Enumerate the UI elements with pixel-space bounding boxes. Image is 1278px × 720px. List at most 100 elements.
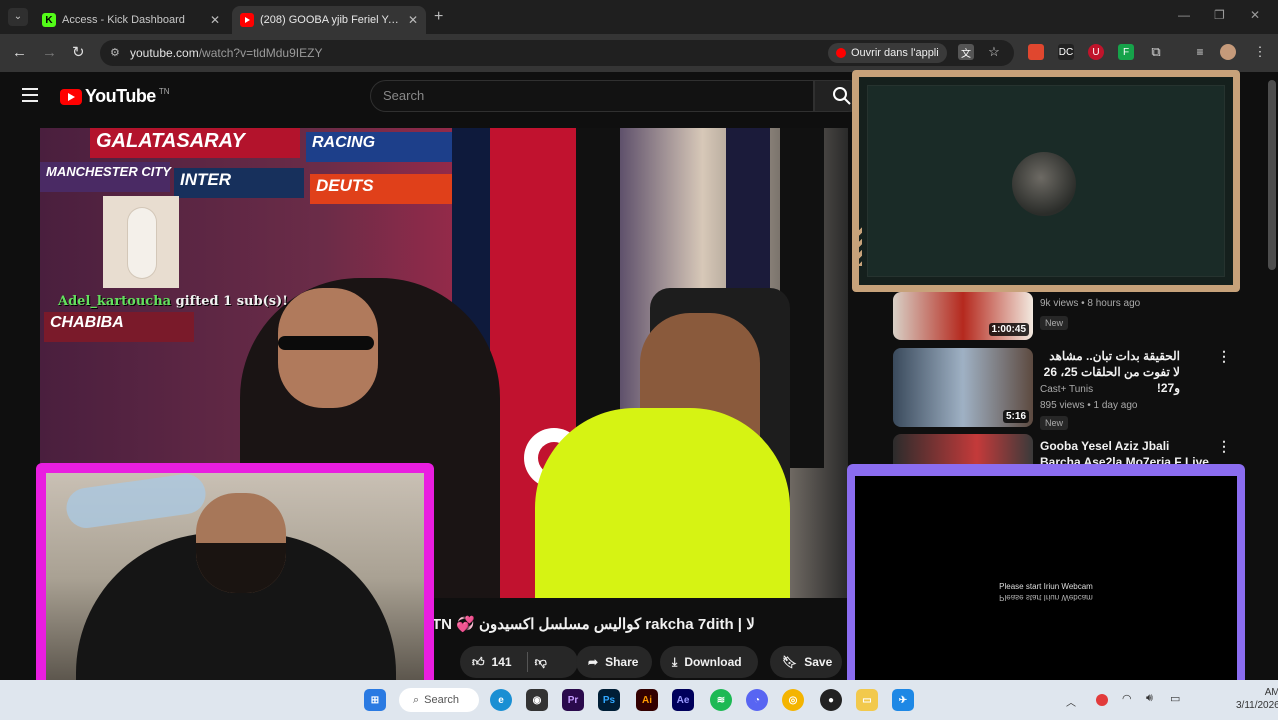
like-count: 141	[491, 655, 512, 669]
url-path: /watch?v=tldMdu9IEZY	[198, 46, 323, 60]
close-window-icon[interactable]: ✕	[1250, 8, 1260, 22]
tab-kick-dashboard[interactable]: K Access - Kick Dashboard ✕	[34, 6, 228, 34]
discord-icon[interactable]: ◔	[746, 689, 768, 711]
battery-icon[interactable]: ▭	[1170, 692, 1180, 705]
reload-icon[interactable]: ↻	[72, 43, 85, 61]
photoshop-icon[interactable]: Ps	[598, 689, 620, 711]
obs-icon[interactable]: ●	[820, 689, 842, 711]
profile-avatar[interactable]	[1220, 44, 1236, 60]
share-button[interactable]: ➦ Share	[576, 646, 652, 678]
video-duration: 1:00:45	[988, 323, 1029, 336]
chrome-icon[interactable]: ◎	[782, 689, 804, 711]
recommendation-thumbnail[interactable]: 5:16	[893, 348, 1033, 427]
save-label: Save	[804, 655, 833, 669]
clock-date: 3/11/2026	[1236, 700, 1278, 711]
extension-u-icon[interactable]: U	[1088, 44, 1104, 60]
taskbar-clock[interactable]: AM 3/11/2026	[1236, 686, 1278, 712]
taskbar-search-label: Search	[424, 694, 460, 706]
new-badge: New	[1040, 416, 1069, 430]
tab-title: (208) GOOBA yjib Feriel Youssef	[260, 14, 402, 26]
after-effects-icon[interactable]: Ae	[672, 689, 694, 711]
person-right	[535, 408, 790, 598]
new-tab-icon[interactable]: +	[434, 8, 443, 26]
back-arrow-icon[interactable]: ←	[12, 44, 27, 61]
forward-arrow-icon[interactable]: →	[42, 44, 57, 61]
banner-deutsch: DEUTS	[310, 174, 460, 204]
clock-time: AM	[1264, 687, 1278, 698]
more-options-icon[interactable]: ⋮	[1217, 438, 1231, 455]
windows-start-icon[interactable]: ⊞	[364, 689, 386, 711]
sunglasses	[278, 336, 374, 350]
download-button[interactable]: ⤓ Download	[660, 646, 758, 678]
url-text: youtube.com/watch?v=tldMdu9IEZY	[130, 46, 322, 60]
recommendation-thumbnail[interactable]: 1:00:45	[893, 292, 1033, 340]
minimize-icon[interactable]: —	[1178, 8, 1190, 22]
frame-stripes-decoration	[852, 226, 862, 266]
streamer-avatar	[1012, 152, 1076, 216]
app-icon[interactable]: ✈	[892, 689, 914, 711]
close-icon[interactable]: ✕	[210, 13, 220, 27]
banner-galatasaray: GALATASARAY	[90, 128, 300, 158]
search-input[interactable]: Search	[370, 80, 814, 112]
save-button[interactable]: 🔖︎ Save	[770, 646, 842, 678]
show-hidden-icons-icon[interactable]: ︿	[1066, 694, 1076, 709]
video-duration: 5:16	[1002, 410, 1029, 423]
youtube-play-icon	[60, 88, 82, 105]
youtube-app-icon	[836, 48, 846, 58]
file-explorer-icon[interactable]: ▭	[856, 689, 878, 711]
site-info-icon[interactable]: ⚙	[110, 46, 120, 59]
kick-favicon-icon: K	[42, 13, 56, 27]
url-host: youtube.com	[130, 46, 199, 60]
extension-green-icon[interactable]: F	[1118, 44, 1134, 60]
webcam-feed	[46, 473, 424, 684]
extensions-puzzle-icon[interactable]: ⧉	[1148, 44, 1164, 60]
download-icon: ⤓	[672, 654, 678, 669]
premiere-icon[interactable]: Pr	[562, 689, 584, 711]
bookmark-icon: 🔖︎	[782, 655, 798, 669]
volume-icon[interactable]: 🔊︎	[1146, 692, 1153, 705]
recommendation-thumbnail[interactable]	[893, 434, 1033, 464]
gift-message: gifted 1 sub(s)!	[175, 294, 288, 309]
open-in-app-label: Ouvrir dans l'appli	[851, 47, 939, 59]
youtube-logo[interactable]: YouTube TN	[60, 86, 170, 107]
youtube-wordmark: YouTube	[85, 86, 156, 106]
illustrator-icon[interactable]: Ai	[636, 689, 658, 711]
spotify-icon[interactable]: ≋	[710, 689, 732, 711]
webcam-message-text: Please start Iriun Webcam	[999, 582, 1093, 591]
recommendation-channel[interactable]: Cast+ Tunis	[1040, 384, 1093, 395]
edge-icon[interactable]: e	[490, 689, 512, 711]
country-code: TN	[158, 87, 170, 96]
stream-webcam-left	[36, 463, 434, 692]
taskbar-search[interactable]: ⌕ Search	[399, 688, 479, 712]
extension-red-icon[interactable]	[1028, 44, 1044, 60]
new-badge: New	[1040, 316, 1069, 330]
bookmark-star-icon[interactable]: ☆	[986, 44, 1002, 60]
video-title: TN 💞 كواليس مسلسل اكسيدون rakcha 7dith |…	[432, 616, 755, 633]
restore-icon[interactable]: ❐	[1214, 8, 1225, 22]
close-icon[interactable]: ✕	[408, 13, 418, 27]
tab-search-icon[interactable]: ⌄	[8, 8, 28, 26]
like-button[interactable]: 👍︎ 141 👎︎	[460, 646, 578, 678]
share-label: Share	[605, 655, 639, 669]
open-in-app-button[interactable]: Ouvrir dans l'appli	[828, 43, 947, 63]
extension-dc-icon[interactable]: DC	[1058, 44, 1074, 60]
page-scrollbar[interactable]	[1268, 80, 1276, 270]
davinci-icon[interactable]: ◉	[526, 689, 548, 711]
tab-youtube-video[interactable]: (208) GOOBA yjib Feriel Youssef ✕	[232, 6, 426, 34]
thumbs-up-icon: 👍︎	[472, 654, 485, 669]
divider	[526, 652, 528, 672]
media-controls-icon[interactable]: ≡	[1192, 44, 1208, 60]
chrome-menu-icon[interactable]: ⋮	[1252, 44, 1268, 60]
webcam-message-mirror: Please start Iriun Webcam	[999, 593, 1093, 602]
webcam-feed-empty: Please start Iriun Webcam Please start I…	[855, 476, 1237, 686]
thumbs-down-icon[interactable]: 👎︎	[535, 655, 547, 670]
menu-icon[interactable]	[22, 88, 38, 102]
gift-alert-text: Adel_kartoucha gifted 1 sub(s)!	[58, 294, 288, 309]
wifi-icon[interactable]: ◠	[1122, 692, 1132, 705]
more-options-icon[interactable]: ⋮	[1217, 348, 1231, 365]
tray-app-icon[interactable]	[1096, 694, 1108, 706]
banner-racing: RACING	[306, 132, 456, 162]
translate-icon[interactable]: 文	[958, 44, 974, 60]
recommendation-meta: 9k views • 8 hours ago	[1040, 298, 1141, 309]
banner-chabiba: CHABIBA	[44, 312, 194, 342]
